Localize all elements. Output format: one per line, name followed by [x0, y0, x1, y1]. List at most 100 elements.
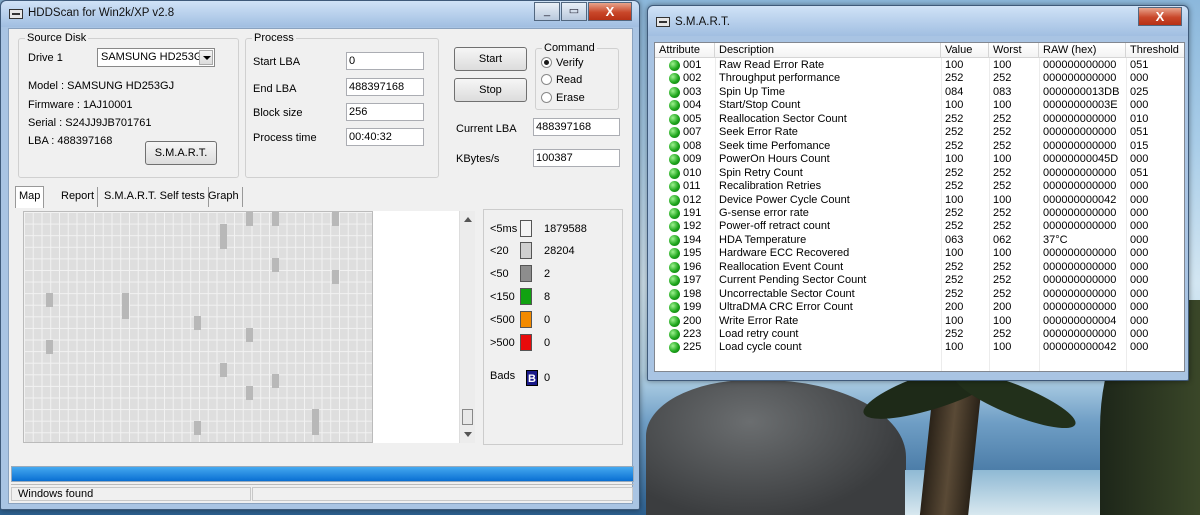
start-button[interactable]: Start — [454, 47, 527, 71]
smart-table-header: Attribute Description Value Worst RAW (hex) T… — [655, 43, 1184, 58]
table-row[interactable]: 196 Reallocation Event Count 252 252 0000000… — [655, 261, 1184, 274]
table-row[interactable]: 198 Uncorrectable Sector Count 252 252 00000… — [655, 288, 1184, 301]
table-row[interactable]: 197 Current Pending Sector Count 252 252 000… — [655, 274, 1184, 287]
table-cell: UltraDMA CRC Error Count — [719, 301, 853, 314]
table-row[interactable]: 192 Power-off retract count 252 252 00000000… — [655, 220, 1184, 233]
table-cell: 010 — [683, 166, 702, 179]
close-button[interactable]: X — [588, 2, 632, 21]
table-cell: Spin Retry Count — [719, 166, 803, 179]
radio-icon[interactable] — [541, 74, 552, 85]
table-cell: PowerOn Hours Count — [719, 153, 830, 166]
table-cell: 200 — [945, 301, 964, 314]
table-row[interactable]: 200 Write Error Rate 100 100 000000000004 000 — [655, 315, 1184, 328]
table-cell: 100 — [945, 247, 964, 260]
drive-select[interactable]: SAMSUNG HD253G — [97, 48, 215, 67]
table-row[interactable]: 008 Seek time Perfomance 252 252 00000000000… — [655, 140, 1184, 153]
table-cell: 000 — [1130, 260, 1149, 273]
table-cell: 100 — [993, 193, 1012, 206]
tab-smart-self-tests[interactable]: S.M.A.R.T. Self tests — [101, 187, 209, 207]
smart-button[interactable]: S.M.A.R.T. — [145, 141, 217, 165]
table-row[interactable]: 007 Seek Error Rate 252 252 000000000000 051 — [655, 126, 1184, 139]
scroll-thumb[interactable] — [462, 409, 473, 425]
table-cell: 083 — [993, 85, 1012, 98]
status-ok-icon — [669, 60, 680, 71]
verify-radio[interactable]: Verify — [541, 57, 584, 69]
tab-report[interactable]: Report — [58, 187, 99, 207]
column-header[interactable]: Description — [715, 43, 941, 58]
status-ok-icon — [669, 100, 680, 112]
stop-button[interactable]: Stop — [454, 78, 527, 102]
table-row[interactable]: 010 Spin Retry Count 252 252 000000000000 051 — [655, 167, 1184, 180]
table-cell: 252 — [993, 112, 1012, 125]
table-row[interactable]: 009 PowerOn Hours Count 100 100 00000000045D… — [655, 153, 1184, 166]
legend-count: 1879588 — [544, 223, 587, 235]
column-header[interactable]: Attribute — [655, 43, 715, 58]
start-lba-field[interactable]: 0 — [346, 52, 424, 70]
table-cell: 051 — [1130, 126, 1149, 139]
chevron-down-icon[interactable] — [199, 50, 213, 65]
process-time-field: 00:40:32 — [346, 128, 424, 146]
table-row[interactable]: 005 Reallocation Sector Count 252 252 000000… — [655, 113, 1184, 126]
smart-attributes-table[interactable]: Attribute Description Value Worst RAW (hex) T… — [654, 42, 1185, 372]
block-size-field[interactable]: 256 — [346, 103, 424, 121]
main-titlebar[interactable]: HDDScan for Win2k/XP v2.8 _ ▭ X — [1, 1, 639, 27]
column-header[interactable]: RAW (hex) — [1039, 43, 1126, 58]
scroll-down-icon[interactable] — [464, 432, 472, 437]
radio-selected-icon[interactable] — [541, 57, 552, 68]
status-ok-icon — [669, 275, 680, 287]
scroll-up-icon[interactable] — [464, 217, 472, 222]
table-cell: 100 — [993, 59, 1012, 71]
table-row[interactable]: 011 Recalibration Retries 252 252 0000000000… — [655, 180, 1184, 193]
table-row[interactable]: 001 Raw Read Error Rate 100 100 000000000000… — [655, 59, 1184, 72]
table-cell: 100 — [945, 341, 964, 354]
map-block-cell — [220, 235, 227, 250]
column-header[interactable]: Threshold — [1126, 43, 1184, 58]
smart-close-button[interactable]: X — [1138, 7, 1182, 26]
table-row[interactable]: 191 G-sense error rate 252 252 000000000000 0… — [655, 207, 1184, 220]
table-row[interactable]: 223 Load retry count 252 252 000000000000 000 — [655, 328, 1184, 341]
tab-map[interactable]: Map — [15, 186, 45, 208]
map-scrollbar[interactable] — [459, 211, 475, 443]
table-row[interactable]: 195 Hardware ECC Recovered 100 100 000000000… — [655, 247, 1184, 260]
table-row[interactable]: 003 Spin Up Time 084 083 0000000013DB 025 — [655, 86, 1184, 99]
map-block-cell — [246, 212, 253, 226]
table-cell: 015 — [1130, 139, 1149, 152]
table-row[interactable]: 225 Load cycle count 100 100 000000000042 000 — [655, 341, 1184, 354]
table-cell: G-sense error rate — [719, 206, 809, 219]
maximize-button[interactable]: ▭ — [561, 2, 587, 21]
table-row[interactable]: 194 HDA Temperature 063 062 37°C 000 — [655, 234, 1184, 247]
table-cell: 000000000000 — [1043, 301, 1117, 314]
table-cell: 000000000000 — [1043, 328, 1117, 340]
table-cell: 192 — [683, 220, 702, 233]
smart-titlebar[interactable]: S.M.A.R.T. X — [648, 6, 1188, 36]
minimize-button[interactable]: _ — [534, 2, 560, 21]
radio-icon[interactable] — [541, 92, 552, 103]
table-cell: 051 — [1130, 59, 1149, 71]
table-cell: 000000000000 — [1043, 139, 1117, 152]
table-cell: 000000000000 — [1043, 274, 1117, 287]
table-cell: 000 — [1130, 314, 1149, 327]
table-cell: 0000000013DB — [1043, 85, 1120, 98]
model-info: Model : SAMSUNG HD253GJ — [28, 80, 175, 92]
end-lba-field[interactable]: 488397168 — [346, 78, 424, 96]
legend-count: 0 — [544, 314, 551, 326]
table-cell: 062 — [993, 233, 1012, 246]
read-radio[interactable]: Read — [541, 74, 582, 86]
table-cell: 252 — [945, 328, 964, 340]
column-header[interactable]: Value — [941, 43, 989, 58]
table-cell: 000 — [1130, 233, 1149, 246]
status-ok-icon — [669, 181, 680, 193]
table-cell: 252 — [993, 72, 1012, 85]
table-row[interactable]: 199 UltraDMA CRC Error Count 200 200 0000000… — [655, 301, 1184, 314]
column-header[interactable]: Worst — [989, 43, 1039, 58]
table-cell: 100 — [993, 99, 1012, 112]
table-row[interactable]: 002 Throughput performance 252 252 000000000… — [655, 72, 1184, 85]
table-cell: 000000000000 — [1043, 206, 1117, 219]
table-cell: 000000000000 — [1043, 260, 1117, 273]
table-row[interactable]: 004 Start/Stop Count 100 100 00000000003E 000 — [655, 99, 1184, 112]
table-cell: 100 — [993, 153, 1012, 166]
table-cell: 252 — [993, 328, 1012, 340]
table-row[interactable]: 012 Device Power Cycle Count 100 100 0000000… — [655, 194, 1184, 207]
erase-radio[interactable]: Erase — [541, 92, 585, 104]
tab-graph[interactable]: Graph — [205, 187, 243, 207]
